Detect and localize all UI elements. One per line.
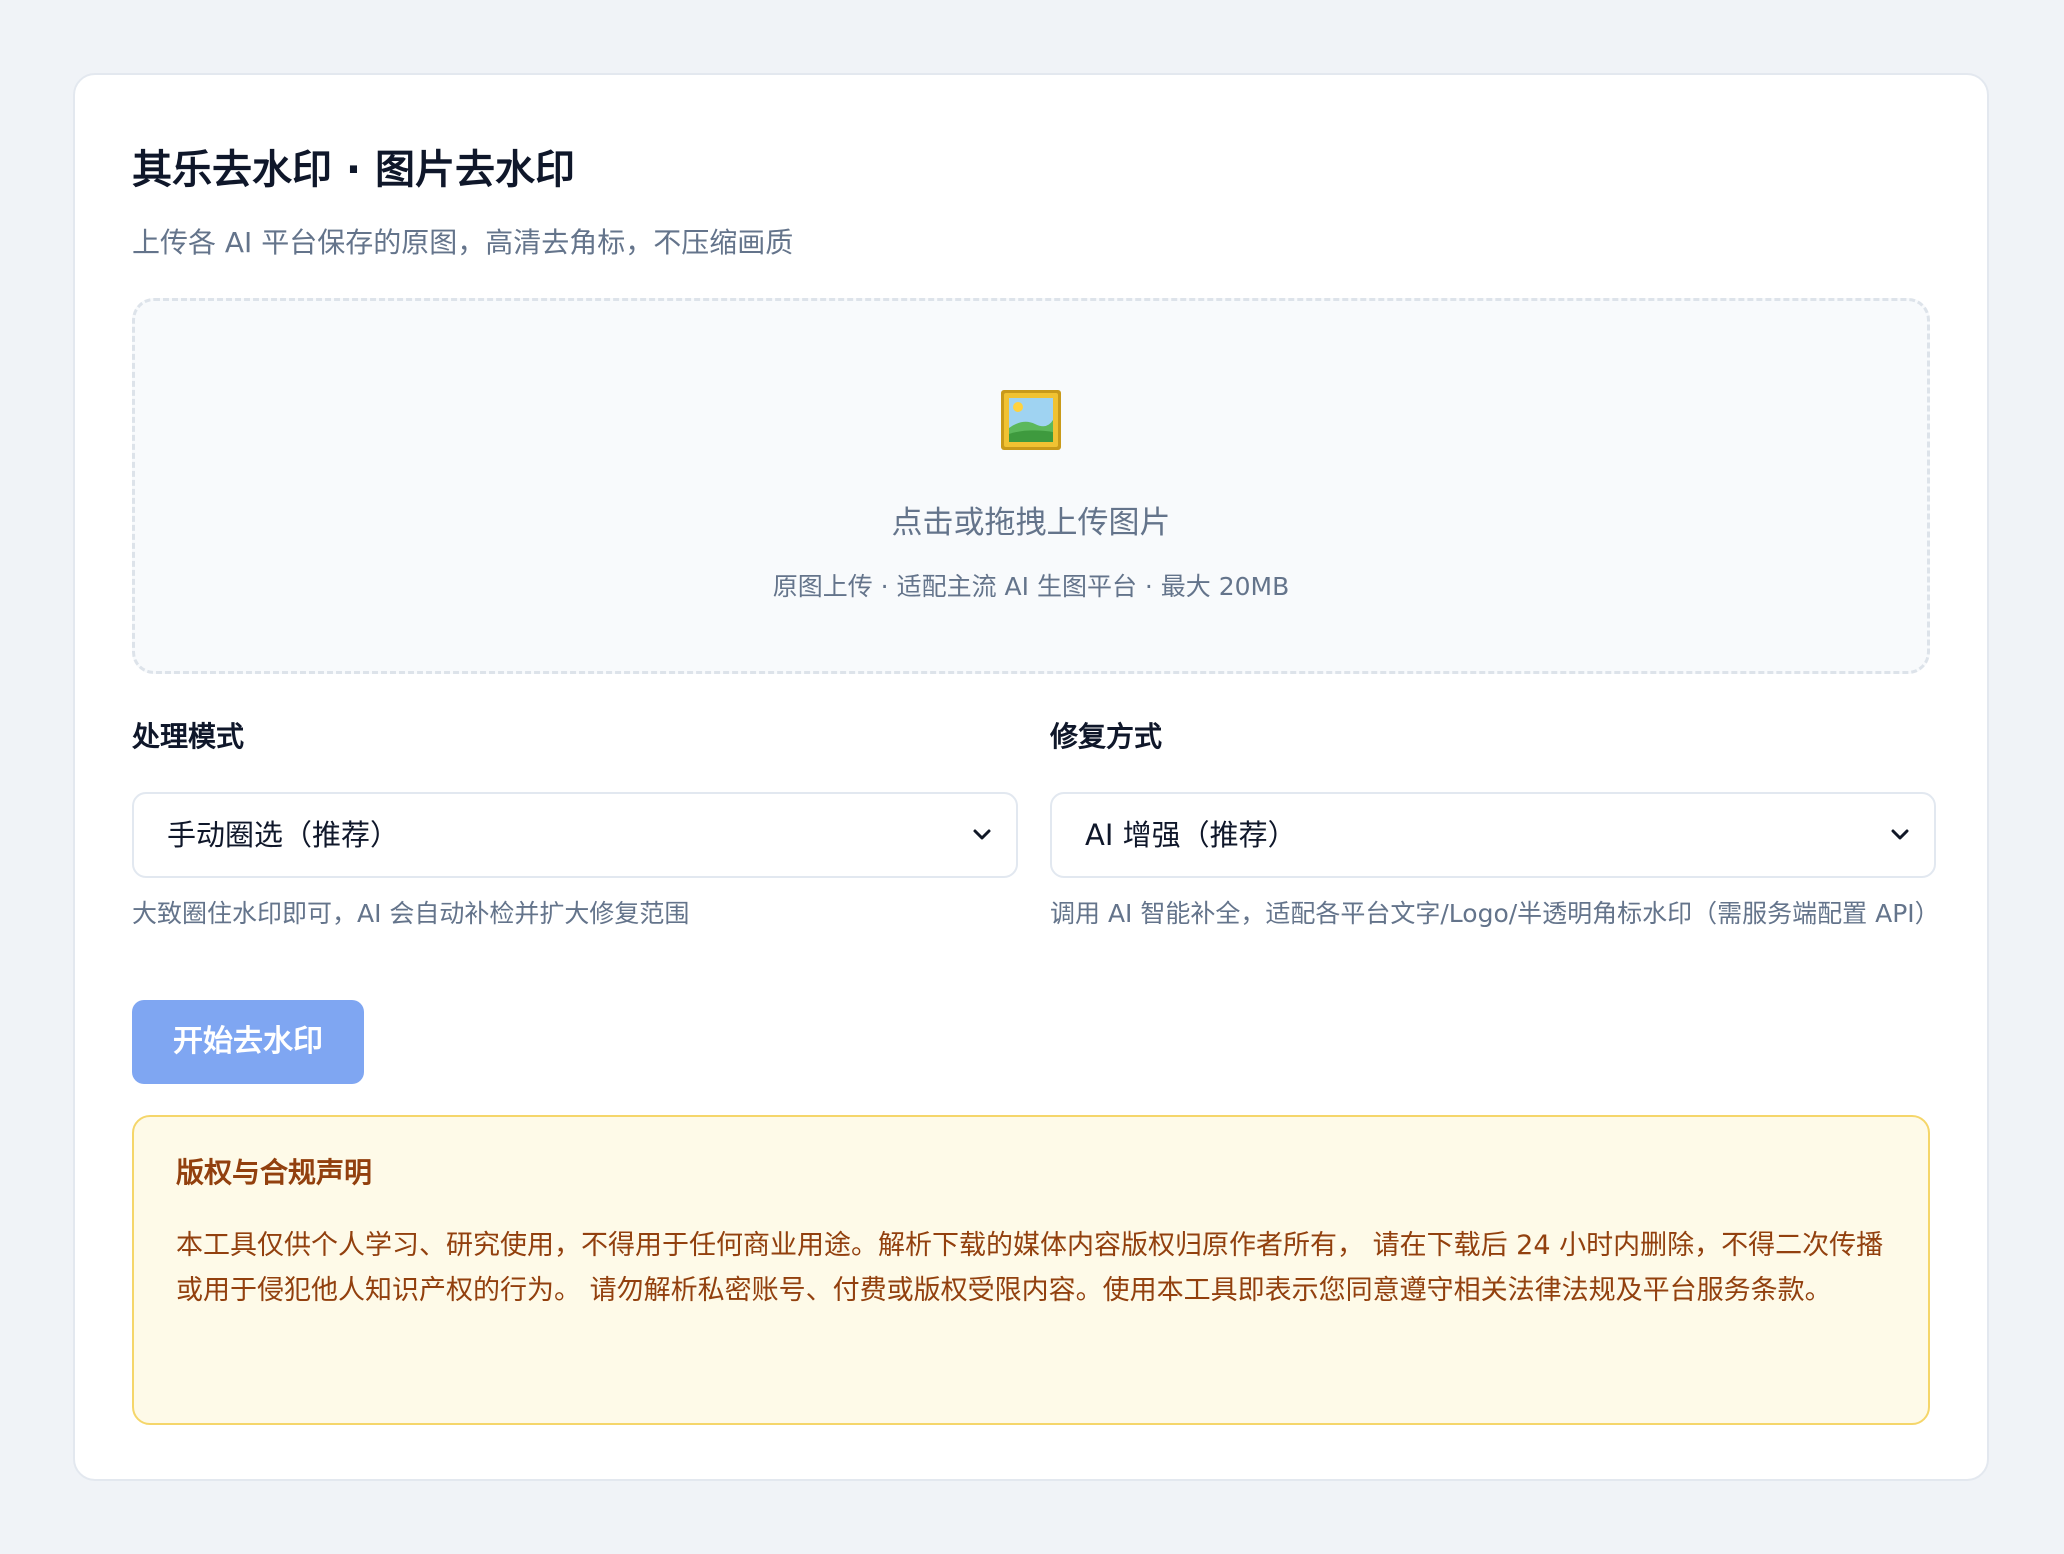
page-subtitle: 上传各 AI 平台保存的原图，高清去角标，不压缩画质 bbox=[132, 226, 794, 259]
framed-picture-icon bbox=[1001, 390, 1061, 450]
upload-title: 点击或拖拽上传图片 bbox=[891, 505, 1171, 541]
copyright-notice: 版权与合规声明 本工具仅供个人学习、研究使用，不得用于任何商业用途。解析下载的媒… bbox=[132, 1115, 1930, 1425]
chevron-down-icon bbox=[1891, 829, 1909, 840]
repair-select[interactable]: AI 增强（推荐） bbox=[1050, 792, 1936, 878]
repair-field: 修复方式 AI 增强（推荐） 调用 AI 智能补全，适配各平台文字/Logo/半… bbox=[1050, 717, 1940, 936]
card-content: 其乐去水印 · 图片去水印 上传各 AI 平台保存的原图，高清去角标，不压缩画质… bbox=[132, 75, 1940, 1479]
upload-dropzone[interactable]: 点击或拖拽上传图片 原图上传 · 适配主流 AI 生图平台 · 最大 20MB bbox=[132, 298, 1930, 674]
mode-select-value: 手动圈选（推荐） bbox=[167, 818, 400, 852]
main-card: 其乐去水印 · 图片去水印 上传各 AI 平台保存的原图，高清去角标，不压缩画质… bbox=[73, 73, 1989, 1481]
repair-label: 修复方式 bbox=[1050, 720, 1163, 753]
repair-select-value: AI 增强（推荐） bbox=[1085, 818, 1297, 852]
start-button[interactable]: 开始去水印 bbox=[132, 1000, 364, 1084]
repair-hint: 调用 AI 智能补全，适配各平台文字/Logo/半透明角标水印（需服务端配置 A… bbox=[1050, 899, 1940, 928]
chevron-down-icon bbox=[973, 829, 991, 840]
mode-select[interactable]: 手动圈选（推荐） bbox=[132, 792, 1018, 878]
upload-hint: 原图上传 · 适配主流 AI 生图平台 · 最大 20MB bbox=[772, 572, 1290, 601]
mode-label: 处理模式 bbox=[132, 720, 245, 753]
page-title: 其乐去水印 · 图片去水印 bbox=[132, 147, 576, 193]
notice-body: 本工具仅供个人学习、研究使用，不得用于任何商业用途。解析下载的媒体内容版权归原作… bbox=[176, 1230, 1884, 1306]
notice-title: 版权与合规声明 bbox=[176, 1156, 373, 1189]
mode-field: 处理模式 手动圈选（推荐） 大致圈住水印即可，AI 会自动补检并扩大修复范围 bbox=[132, 717, 1018, 936]
mode-hint: 大致圈住水印即可，AI 会自动补检并扩大修复范围 bbox=[132, 899, 690, 928]
